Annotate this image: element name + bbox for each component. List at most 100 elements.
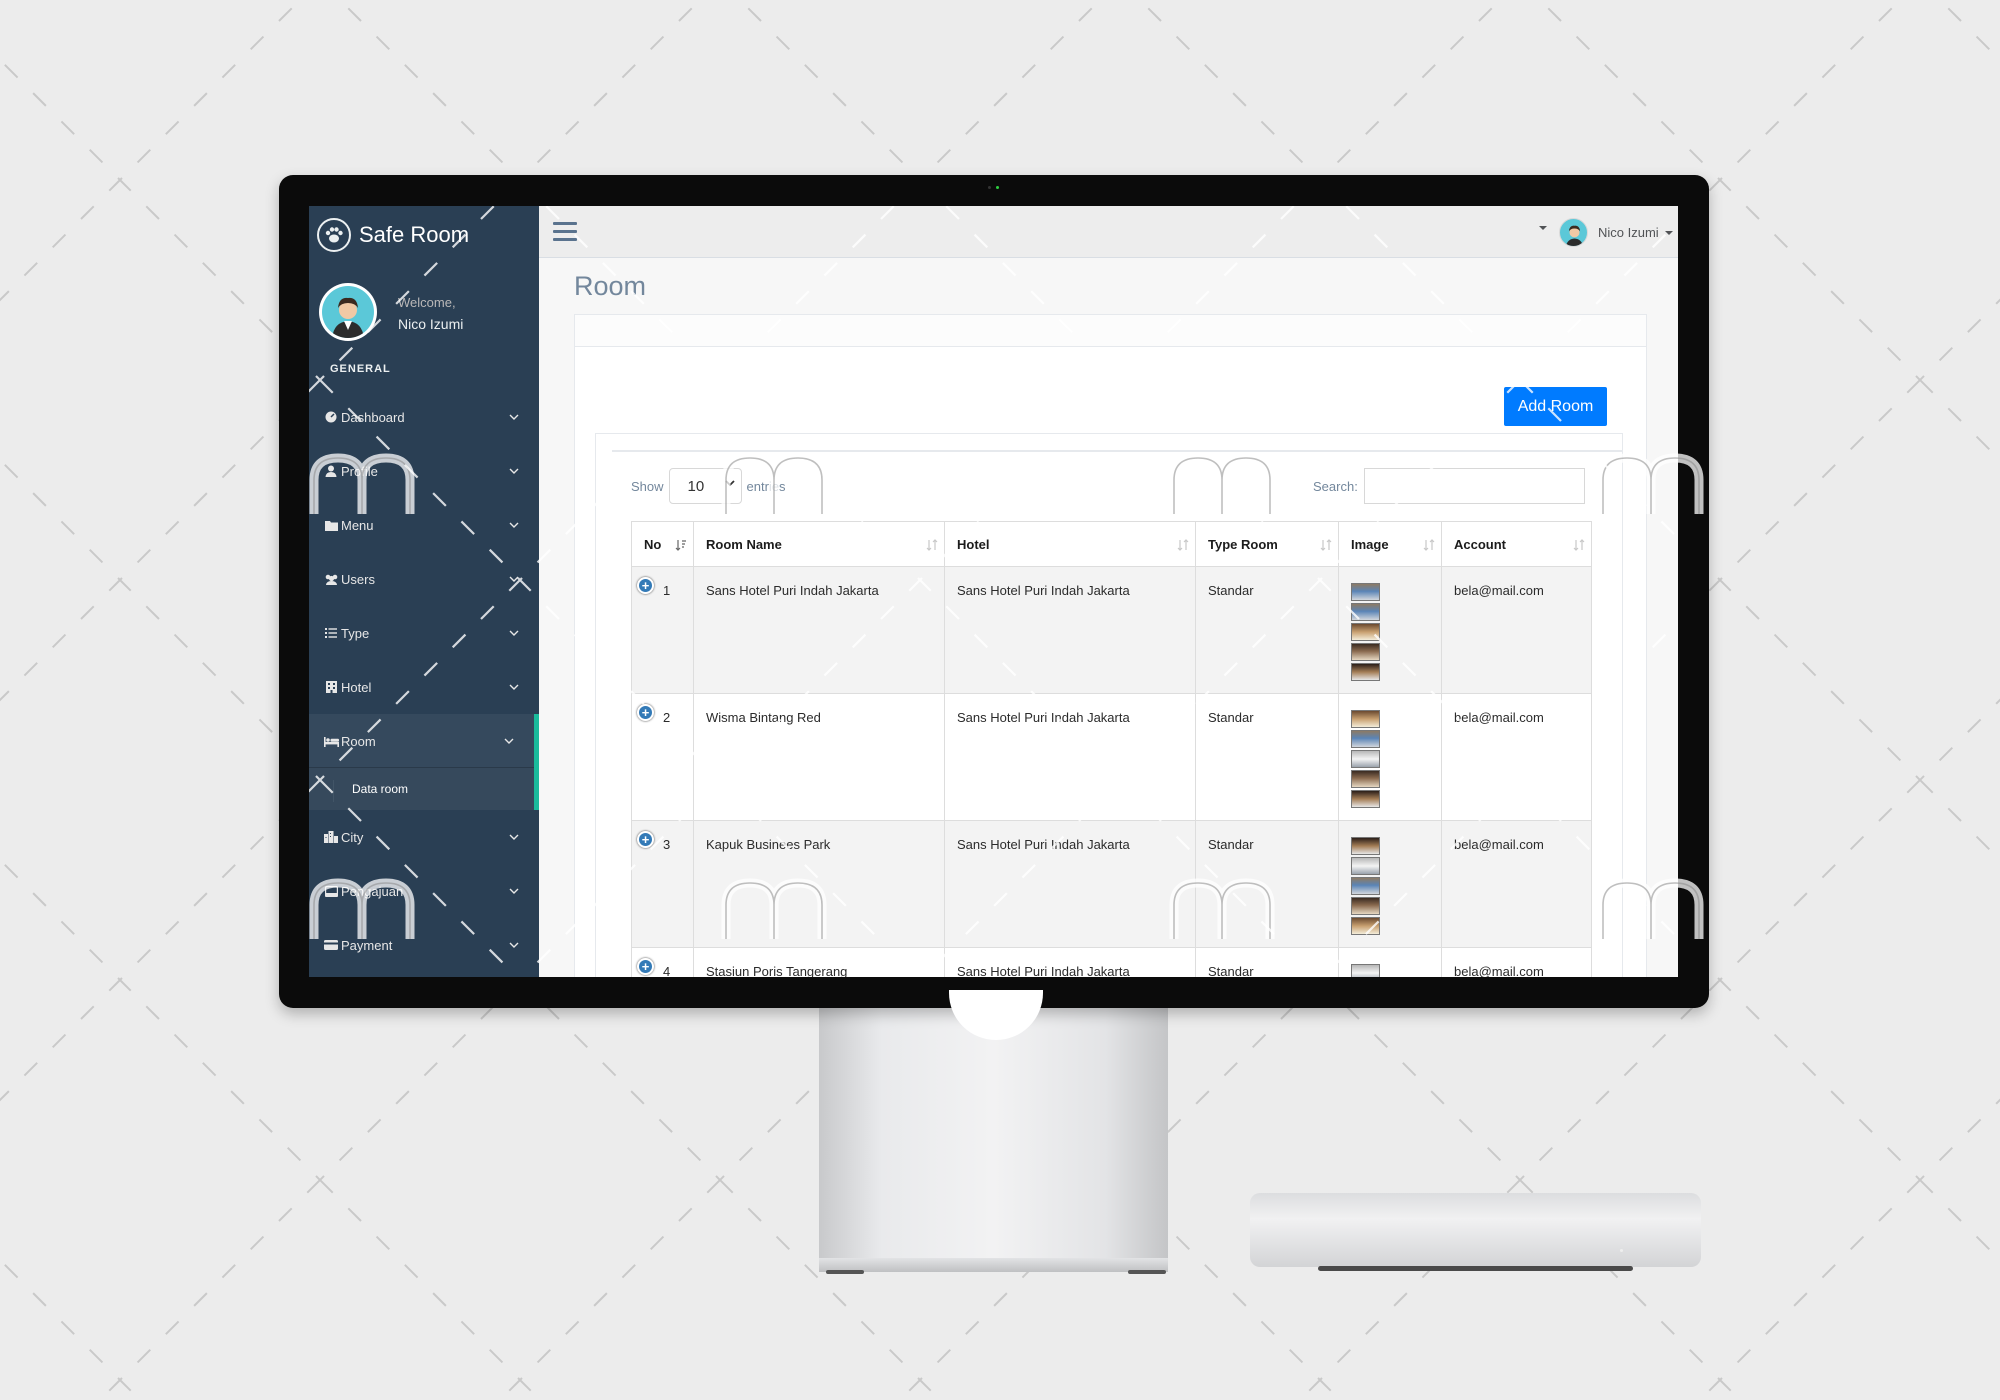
- caret-down-icon[interactable]: [1539, 226, 1547, 230]
- column-header-hotel[interactable]: Hotel: [944, 521, 1196, 567]
- entries-select[interactable]: 10: [668, 468, 742, 504]
- cell-no: +1: [631, 566, 694, 694]
- room-thumbnail[interactable]: [1351, 857, 1380, 875]
- room-thumbnail[interactable]: [1351, 877, 1380, 895]
- profile-username: Nico Izumi: [398, 316, 464, 332]
- entries-length-control: Show 10 entries: [631, 468, 786, 504]
- cell-hotel: Sans Hotel Puri Indah Jakarta: [944, 566, 1196, 694]
- cell-image: [1338, 820, 1442, 948]
- table-row[interactable]: +1 Sans Hotel Puri Indah Jakarta Sans Ho…: [631, 566, 1592, 694]
- expand-row-icon[interactable]: +: [637, 831, 654, 848]
- mac-mini-led: [1620, 1249, 1623, 1252]
- room-thumbnail[interactable]: [1351, 837, 1380, 855]
- sidebar-item-users[interactable]: Users: [309, 552, 539, 606]
- sidebar-item-hotel[interactable]: Hotel: [309, 660, 539, 714]
- sidebar-subitem-data-room[interactable]: Data room: [309, 768, 539, 810]
- cell-account: bela@mail.com: [1441, 566, 1592, 694]
- monitor-stand-base: [819, 1258, 1168, 1272]
- screen: Safe Room Welcome, Nico Izumi GENERAL Da…: [309, 206, 1678, 977]
- sidebar-nav: Dashboard Profile Menu Users Type Hotel …: [309, 390, 539, 972]
- room-thumbnail[interactable]: [1351, 917, 1380, 935]
- column-header-account[interactable]: Account: [1441, 521, 1592, 567]
- sidebar-item-label: Menu: [341, 517, 374, 533]
- expand-row-icon[interactable]: +: [637, 577, 654, 594]
- building-icon: [323, 680, 339, 694]
- sort-icon: [1320, 539, 1332, 551]
- chevron-down-icon: [509, 468, 519, 474]
- sidebar-item-label: Users: [341, 571, 375, 587]
- cell-hotel: Sans Hotel Puri Indah Jakarta: [944, 693, 1196, 821]
- room-thumbnail[interactable]: [1351, 663, 1380, 681]
- cell-no: +2: [631, 693, 694, 821]
- sidebar-subitem-label: Data room: [352, 782, 409, 796]
- sidebar-item-pengajuan[interactable]: Pengajuan: [309, 864, 539, 918]
- cell-type-room: Standar: [1195, 947, 1339, 977]
- cell-account: bela@mail.com: [1441, 947, 1592, 977]
- welcome-text: Welcome,: [398, 295, 456, 310]
- sort-icon: [1177, 539, 1189, 551]
- expand-row-icon[interactable]: +: [637, 704, 654, 721]
- table-header-row: No Room Name Hotel Type Room Image Accou…: [631, 521, 1592, 567]
- folder-icon: [323, 518, 339, 532]
- cell-no: +4: [631, 947, 694, 977]
- chevron-down-icon: [509, 888, 519, 894]
- room-thumbnail[interactable]: [1351, 770, 1380, 788]
- room-thumbnail[interactable]: [1351, 623, 1380, 641]
- expand-row-icon[interactable]: +: [637, 958, 654, 975]
- chevron-down-icon: [509, 630, 519, 636]
- chevron-down-icon: [509, 414, 519, 420]
- sidebar-item-dashboard[interactable]: Dashboard: [309, 390, 539, 444]
- room-thumbnail[interactable]: [1351, 583, 1380, 601]
- sort-icon: [926, 539, 938, 551]
- room-thumbnail[interactable]: [1351, 790, 1380, 808]
- caret-down-icon: [1664, 230, 1673, 235]
- search-input[interactable]: [1363, 468, 1585, 504]
- cell-room-name: Wisma Bintang Red: [693, 693, 945, 821]
- room-thumbnail[interactable]: [1351, 750, 1380, 768]
- table-row[interactable]: +3 Kapuk Businees Park Sans Hotel Puri I…: [631, 820, 1592, 948]
- cell-account: bela@mail.com: [1441, 693, 1592, 821]
- add-room-button[interactable]: Add Room: [1504, 387, 1607, 426]
- dashboard-icon: [323, 410, 339, 424]
- sidebar-item-label: Dashboard: [341, 409, 405, 425]
- sidebar-item-room[interactable]: Room: [309, 714, 539, 768]
- sidebar-item-city[interactable]: City: [309, 810, 539, 864]
- cell-hotel: Sans Hotel Puri Indah Jakarta: [944, 820, 1196, 948]
- sidebar-item-type[interactable]: Type: [309, 606, 539, 660]
- sidebar: Safe Room Welcome, Nico Izumi GENERAL Da…: [309, 206, 539, 977]
- cell-type-room: Standar: [1195, 820, 1339, 948]
- room-thumbnail[interactable]: [1351, 964, 1380, 977]
- show-label: Show: [631, 478, 664, 494]
- sidebar-item-profile[interactable]: Profile: [309, 444, 539, 498]
- chevron-down-icon: [509, 684, 519, 690]
- table-row[interactable]: +4 Stasiun Poris Tangerang Sans Hotel Pu…: [631, 947, 1592, 977]
- chevron-down-icon: [504, 738, 514, 744]
- room-thumbnail[interactable]: [1351, 603, 1380, 621]
- user-icon: [323, 464, 339, 478]
- top-navbar: Nico Izumi: [539, 206, 1678, 258]
- brand[interactable]: Safe Room: [317, 216, 469, 254]
- list-icon: [323, 626, 339, 640]
- cell-room-name: Sans Hotel Puri Indah Jakarta: [693, 566, 945, 694]
- user-menu[interactable]: Nico Izumi: [1559, 218, 1673, 247]
- drive-icon: [323, 884, 339, 898]
- room-thumbnail[interactable]: [1351, 643, 1380, 661]
- sidebar-item-payment[interactable]: Payment: [309, 918, 539, 972]
- sidebar-item-menu[interactable]: Menu: [309, 498, 539, 552]
- menu-toggle-icon[interactable]: [553, 222, 577, 242]
- sidebar-item-label: Room: [341, 733, 376, 749]
- room-thumbnail[interactable]: [1351, 897, 1380, 915]
- user-menu-name: Nico Izumi: [1598, 225, 1659, 240]
- cell-type-room: Standar: [1195, 693, 1339, 821]
- sort-icon: [1573, 539, 1585, 551]
- room-thumbnail[interactable]: [1351, 730, 1380, 748]
- column-header-room-name[interactable]: Room Name: [693, 521, 945, 567]
- table-row[interactable]: +2 Wisma Bintang Red Sans Hotel Puri Ind…: [631, 693, 1592, 821]
- column-header-type-room[interactable]: Type Room: [1195, 521, 1339, 567]
- entries-select-value: 10: [687, 477, 705, 495]
- column-header-no[interactable]: No: [631, 521, 694, 567]
- mac-mini: [1250, 1193, 1701, 1267]
- column-header-image[interactable]: Image: [1338, 521, 1442, 567]
- card-icon: [323, 938, 339, 952]
- room-thumbnail[interactable]: [1351, 710, 1380, 728]
